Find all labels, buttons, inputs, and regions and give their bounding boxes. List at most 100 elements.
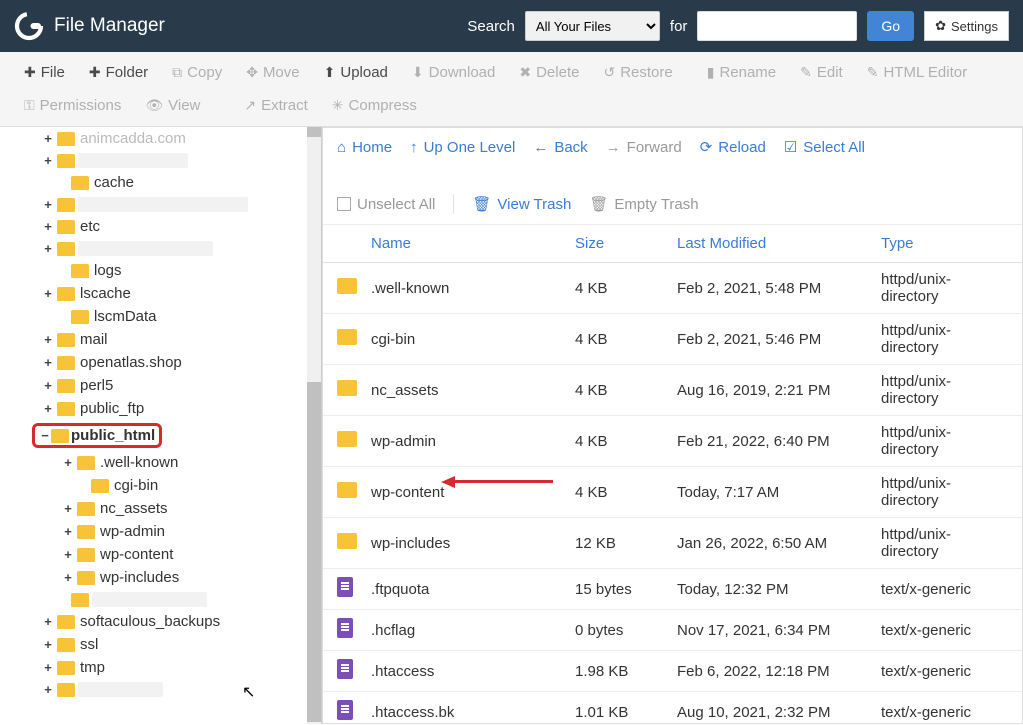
table-row[interactable]: wp-content4 KBToday, 7:17 AMhttpd/unix-d…: [323, 467, 1022, 518]
tree-node[interactable]: +lscache: [6, 282, 315, 305]
table-row[interactable]: wp-admin4 KBFeb 21, 2022, 6:40 PMhttpd/u…: [323, 416, 1022, 467]
folder-icon: [91, 479, 109, 493]
folder-icon: [57, 683, 75, 697]
extract-button[interactable]: ↗Extract: [232, 91, 319, 120]
file-list[interactable]: .well-known4 KBFeb 2, 2021, 5:48 PMhttpd…: [323, 263, 1022, 723]
expander-icon[interactable]: +: [42, 682, 54, 697]
tree-node[interactable]: logs: [6, 259, 315, 282]
view-button[interactable]: 👁View: [133, 91, 212, 120]
cpanel-icon: [14, 11, 44, 41]
tree-node[interactable]: +openatlas.shop: [6, 351, 315, 374]
expander-icon[interactable]: +: [42, 286, 54, 301]
tree-node[interactable]: +etc: [6, 215, 315, 238]
tree-node[interactable]: +public_ftp: [6, 397, 315, 420]
tree-node[interactable]: +softaculous_backups: [6, 610, 315, 633]
expander-icon[interactable]: +: [42, 219, 54, 234]
expander-icon[interactable]: +: [42, 332, 54, 347]
home-button[interactable]: ⌂Home: [337, 138, 392, 156]
tree-node[interactable]: +: [6, 194, 315, 215]
view-trash-button[interactable]: 🗑View Trash: [472, 194, 571, 214]
file-type: httpd/unix-directory: [881, 475, 1008, 509]
col-size[interactable]: Size: [575, 235, 677, 252]
tree-node[interactable]: +: [6, 679, 315, 700]
file-type: text/x-generic: [881, 581, 1008, 598]
tree-node[interactable]: +perl5: [6, 374, 315, 397]
file-name: cgi-bin: [371, 331, 575, 348]
folder-icon: [57, 615, 75, 629]
rename-button[interactable]: ▮Rename: [695, 58, 788, 87]
table-row[interactable]: .hcflag0 bytesNov 17, 2021, 6:34 PMtext/…: [323, 610, 1022, 651]
col-name[interactable]: Name: [371, 235, 575, 252]
table-row[interactable]: .htaccess1.98 KBFeb 6, 2022, 12:18 PMtex…: [323, 651, 1022, 692]
tree-node[interactable]: +wp-admin: [6, 520, 315, 543]
expander-icon[interactable]: +: [62, 547, 74, 562]
tree-node[interactable]: +.well-known: [6, 451, 315, 474]
table-row[interactable]: .htaccess.bk1.01 KBAug 10, 2021, 2:32 PM…: [323, 692, 1022, 723]
tree-node[interactable]: +tmp: [6, 656, 315, 679]
up-one-level-button[interactable]: ↑Up One Level: [410, 138, 515, 156]
expander-icon[interactable]: +: [42, 197, 54, 212]
upload-button[interactable]: ⬆Upload: [312, 58, 400, 87]
tree-node[interactable]: lscmData: [6, 305, 315, 328]
tree-scrollbar[interactable]: [307, 127, 321, 724]
expander-icon[interactable]: +: [42, 614, 54, 629]
tree-node[interactable]: −public_html: [6, 420, 315, 451]
tree-node[interactable]: +: [6, 150, 315, 171]
tree-node[interactable]: +mail: [6, 328, 315, 351]
expander-icon[interactable]: +: [42, 378, 54, 393]
copy-button[interactable]: ⧉Copy: [160, 58, 234, 87]
unselect-all-button[interactable]: Unselect All: [337, 194, 435, 214]
table-row[interactable]: wp-includes12 KBJan 26, 2022, 6:50 AMhtt…: [323, 518, 1022, 569]
table-row[interactable]: .well-known4 KBFeb 2, 2021, 5:48 PMhttpd…: [323, 263, 1022, 314]
search-scope-select[interactable]: All Your Files: [525, 11, 660, 41]
folder-icon: [57, 661, 75, 675]
expander-icon[interactable]: +: [62, 455, 74, 470]
expander-icon[interactable]: +: [42, 401, 54, 416]
download-button[interactable]: ⬇Download: [400, 58, 507, 87]
tree-node[interactable]: +: [6, 238, 315, 259]
search-input[interactable]: [697, 11, 857, 41]
file-modified: Today, 7:17 AM: [677, 484, 881, 501]
expander-icon[interactable]: +: [42, 355, 54, 370]
go-button[interactable]: Go: [867, 11, 914, 41]
table-row[interactable]: .ftpquota15 bytesToday, 12:32 PMtext/x-g…: [323, 569, 1022, 610]
expander-icon[interactable]: +: [62, 570, 74, 585]
forward-button[interactable]: →Forward: [606, 138, 682, 156]
tree-node[interactable]: +wp-includes: [6, 566, 315, 589]
expander-icon[interactable]: +: [62, 501, 74, 516]
restore-button[interactable]: ↺Restore: [591, 58, 684, 87]
select-all-button[interactable]: ☑Select All: [784, 138, 865, 156]
settings-button[interactable]: ✿Settings: [924, 11, 1009, 41]
file-button[interactable]: ✚File: [12, 58, 77, 87]
table-row[interactable]: cgi-bin4 KBFeb 2, 2021, 5:46 PMhttpd/uni…: [323, 314, 1022, 365]
reload-button[interactable]: ⟳Reload: [700, 138, 766, 156]
tree-node[interactable]: +animcadda.com: [6, 127, 315, 150]
permissions-button[interactable]: ⚿Permissions: [12, 91, 133, 120]
move-button[interactable]: ✥Move: [234, 58, 311, 87]
col-modified[interactable]: Last Modified: [677, 235, 881, 252]
tree-node[interactable]: cgi-bin: [6, 474, 315, 497]
expander-icon[interactable]: +: [42, 660, 54, 675]
empty-trash-button[interactable]: 🗑Empty Trash: [589, 194, 698, 214]
expander-icon[interactable]: +: [42, 637, 54, 652]
expander-icon[interactable]: +: [42, 241, 54, 256]
folder-button[interactable]: ✚Folder: [77, 58, 160, 87]
expander-icon[interactable]: +: [62, 524, 74, 539]
file-icon: [337, 700, 353, 720]
html-editor-button[interactable]: ✎HTML Editor: [855, 58, 979, 87]
back-button[interactable]: ←Back: [533, 138, 587, 156]
home-icon: ⌂: [337, 139, 346, 156]
tree-node[interactable]: +wp-content: [6, 543, 315, 566]
file-modified: Feb 6, 2022, 12:18 PM: [677, 663, 881, 680]
compress-button[interactable]: ✳Compress: [320, 91, 429, 120]
folder-tree[interactable]: +animcadda.com+cache++etc+logs+lscachels…: [0, 127, 322, 724]
col-type[interactable]: Type: [881, 235, 1008, 252]
tree-node[interactable]: +nc_assets: [6, 497, 315, 520]
arrow-right-icon: →: [606, 139, 621, 156]
tree-node[interactable]: [6, 589, 315, 610]
edit-button[interactable]: ✎Edit: [788, 58, 855, 87]
delete-button[interactable]: ✖Delete: [507, 58, 591, 87]
tree-node[interactable]: +ssl: [6, 633, 315, 656]
table-row[interactable]: nc_assets4 KBAug 16, 2019, 2:21 PMhttpd/…: [323, 365, 1022, 416]
tree-node[interactable]: cache: [6, 171, 315, 194]
